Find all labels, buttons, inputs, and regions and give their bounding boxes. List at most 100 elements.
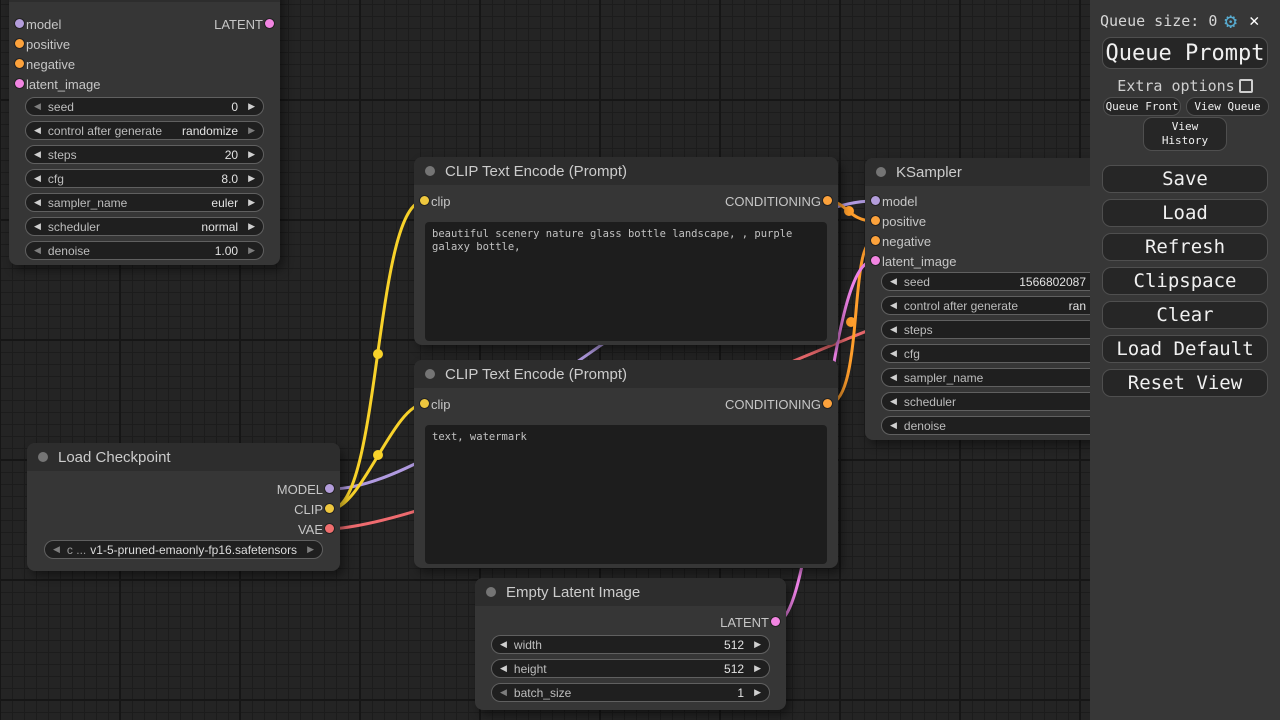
port-dot-icon <box>325 484 334 493</box>
widget-ckpt-name[interactable]: ◀c ...v1-5-pruned-emaonly-fp16.safetenso… <box>44 540 323 559</box>
increment-arrow-icon[interactable]: ▶ <box>754 640 761 649</box>
output-port-clip[interactable]: CLIP <box>294 502 340 517</box>
collapse-dot-icon[interactable] <box>486 587 496 597</box>
input-port-negative[interactable]: negative <box>9 57 75 72</box>
queue-size-label: Queue size: 0 <box>1100 12 1217 30</box>
port-dot-icon <box>771 617 780 626</box>
input-port-clip[interactable]: clip <box>414 194 451 209</box>
decrement-arrow-icon[interactable]: ◀ <box>500 640 507 649</box>
queue-front-button[interactable]: Queue Front <box>1103 97 1181 116</box>
decrement-arrow-icon[interactable]: ◀ <box>890 397 897 406</box>
load-button[interactable]: Load <box>1102 199 1268 227</box>
view-queue-button[interactable]: View Queue <box>1186 97 1269 116</box>
decrement-arrow-icon[interactable]: ◀ <box>34 222 41 231</box>
port-dot-icon <box>15 19 24 28</box>
increment-arrow-icon[interactable]: ▶ <box>248 174 255 183</box>
decrement-arrow-icon[interactable]: ◀ <box>890 349 897 358</box>
prompt-textarea[interactable]: text, watermark <box>425 425 827 564</box>
collapse-dot-icon[interactable] <box>425 166 435 176</box>
decrement-arrow-icon[interactable]: ◀ <box>34 126 41 135</box>
widget-width[interactable]: ◀width512▶ <box>491 635 770 654</box>
increment-arrow-icon[interactable]: ▶ <box>248 198 255 207</box>
extra-options-checkbox[interactable] <box>1239 79 1253 93</box>
input-port-latent-image[interactable]: latent_image <box>9 77 100 92</box>
widget-sampler-name[interactable]: ◀sampler_nameeuler▶ <box>25 193 264 212</box>
node-title: KSampler <box>896 164 962 181</box>
close-icon[interactable]: ✕ <box>1249 11 1259 31</box>
widget-batch-size[interactable]: ◀batch_size1▶ <box>491 683 770 702</box>
node-clip-text-encode-positive[interactable]: CLIP Text Encode (Prompt) clip CONDITION… <box>414 157 838 345</box>
output-port-latent[interactable]: LATENT <box>214 17 280 32</box>
increment-arrow-icon[interactable]: ▶ <box>248 150 255 159</box>
save-button[interactable]: Save <box>1102 165 1268 193</box>
refresh-button[interactable]: Refresh <box>1102 233 1268 261</box>
node-empty-latent-image[interactable]: Empty Latent Image LATENT ◀width512▶ ◀he… <box>475 578 786 710</box>
output-port-latent[interactable]: LATENT <box>720 615 786 630</box>
input-port-model[interactable]: model <box>9 17 61 32</box>
decrement-arrow-icon[interactable]: ◀ <box>890 325 897 334</box>
decrement-arrow-icon[interactable]: ◀ <box>34 102 41 111</box>
node-clip-text-encode-negative[interactable]: CLIP Text Encode (Prompt) clip CONDITION… <box>414 360 838 568</box>
decrement-arrow-icon[interactable]: ◀ <box>890 421 897 430</box>
node-title-bar[interactable]: Empty Latent Image <box>475 578 786 606</box>
node-load-checkpoint[interactable]: Load Checkpoint MODEL CLIP VAE ◀c ...v1-… <box>27 443 340 571</box>
clear-button[interactable]: Clear <box>1102 301 1268 329</box>
extra-options-label: Extra options <box>1117 77 1234 95</box>
widget-scheduler[interactable]: ◀schedulernormal▶ <box>25 217 264 236</box>
node-title-bar[interactable]: Load Checkpoint <box>27 443 340 471</box>
io-row: model LATENT <box>9 14 280 34</box>
node-title: Load Checkpoint <box>58 449 171 466</box>
widget-denoise[interactable]: ◀denoise1.00▶ <box>25 241 264 260</box>
input-port-negative[interactable]: negative <box>865 234 931 249</box>
node-ksampler-top[interactable]: KSampler model LATENT positive negative … <box>9 0 280 265</box>
node-title-bar[interactable]: KSampler <box>9 0 280 2</box>
decrement-arrow-icon[interactable]: ◀ <box>34 150 41 159</box>
input-port-clip[interactable]: clip <box>414 397 451 412</box>
decrement-arrow-icon[interactable]: ◀ <box>890 301 897 310</box>
output-port-model[interactable]: MODEL <box>277 482 340 497</box>
widget-height[interactable]: ◀height512▶ <box>491 659 770 678</box>
decrement-arrow-icon[interactable]: ◀ <box>500 664 507 673</box>
view-history-button[interactable]: View History <box>1143 117 1227 151</box>
node-title-bar[interactable]: CLIP Text Encode (Prompt) <box>414 157 838 185</box>
increment-arrow-icon[interactable]: ▶ <box>248 246 255 255</box>
port-dot-icon <box>871 216 880 225</box>
widget-seed[interactable]: ◀seed0▶ <box>25 97 264 116</box>
widget-control-after-generate[interactable]: ◀control after generaterandomize▶ <box>25 121 264 140</box>
port-dot-icon <box>15 79 24 88</box>
output-port-conditioning[interactable]: CONDITIONING <box>725 397 838 412</box>
increment-arrow-icon[interactable]: ▶ <box>248 102 255 111</box>
decrement-arrow-icon[interactable]: ◀ <box>34 246 41 255</box>
widget-steps[interactable]: ◀steps20▶ <box>25 145 264 164</box>
collapse-dot-icon[interactable] <box>876 167 886 177</box>
increment-arrow-icon[interactable]: ▶ <box>248 126 255 135</box>
decrement-arrow-icon[interactable]: ◀ <box>34 198 41 207</box>
clipspace-button[interactable]: Clipspace <box>1102 267 1268 295</box>
collapse-dot-icon[interactable] <box>38 452 48 462</box>
widget-cfg[interactable]: ◀cfg8.0▶ <box>25 169 264 188</box>
increment-arrow-icon[interactable]: ▶ <box>754 664 761 673</box>
reset-view-button[interactable]: Reset View <box>1102 369 1268 397</box>
collapse-dot-icon[interactable] <box>425 369 435 379</box>
load-default-button[interactable]: Load Default <box>1102 335 1268 363</box>
node-canvas[interactable]: KSampler model LATENT positive negative … <box>0 0 1280 720</box>
decrement-arrow-icon[interactable]: ◀ <box>34 174 41 183</box>
increment-arrow-icon[interactable]: ▶ <box>307 545 314 554</box>
input-port-positive[interactable]: positive <box>9 37 70 52</box>
output-port-conditioning[interactable]: CONDITIONING <box>725 194 838 209</box>
settings-gear-icon[interactable]: ⚙ <box>1224 11 1237 32</box>
input-port-positive[interactable]: positive <box>865 214 926 229</box>
queue-prompt-button[interactable]: Queue Prompt <box>1102 37 1268 69</box>
decrement-arrow-icon[interactable]: ◀ <box>890 277 897 286</box>
decrement-arrow-icon[interactable]: ◀ <box>53 545 60 554</box>
io-row: clip CONDITIONING <box>414 191 838 211</box>
output-port-vae[interactable]: VAE <box>298 522 340 537</box>
node-title-bar[interactable]: CLIP Text Encode (Prompt) <box>414 360 838 388</box>
increment-arrow-icon[interactable]: ▶ <box>248 222 255 231</box>
input-port-model[interactable]: model <box>865 194 917 209</box>
increment-arrow-icon[interactable]: ▶ <box>754 688 761 697</box>
decrement-arrow-icon[interactable]: ◀ <box>500 688 507 697</box>
prompt-textarea[interactable]: beautiful scenery nature glass bottle la… <box>425 222 827 341</box>
decrement-arrow-icon[interactable]: ◀ <box>890 373 897 382</box>
input-port-latent-image[interactable]: latent_image <box>865 254 956 269</box>
